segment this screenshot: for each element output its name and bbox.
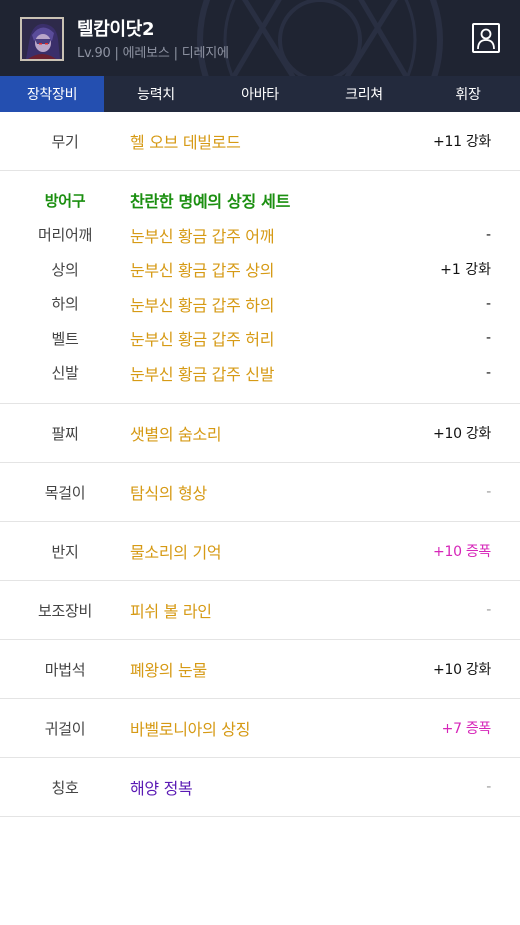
armor-set-row[interactable]: 방어구 찬란한 명예의 상징 세트 — [0, 183, 520, 218]
equip-row-bracelet[interactable]: 팔찌 샛별의 숨소리 +10 강화 — [0, 404, 520, 463]
tab-avatar[interactable]: 아바타 — [208, 76, 312, 112]
reinforce-value: +10 강화 — [433, 426, 491, 442]
slot-label: 팔찌 — [51, 424, 79, 443]
slot-label: 마법석 — [44, 660, 86, 679]
tab-emblem[interactable]: 휘장 — [416, 76, 520, 112]
slot-label: 머리어깨 — [37, 226, 92, 245]
person-badge-icon — [477, 28, 495, 50]
slot-label: 상의 — [51, 260, 79, 279]
equip-row-belt[interactable]: 벨트 눈부신 황금 갑주 허리 - — [0, 321, 520, 356]
equip-row-subweapon[interactable]: 보조장비 피쉬 볼 라인 - — [0, 581, 520, 640]
equip-row-necklace[interactable]: 목걸이 탐식의 형상 - — [0, 463, 520, 522]
tab-creature[interactable]: 크리쳐 — [312, 76, 416, 112]
item-name[interactable]: 눈부신 황금 갑주 허리 — [130, 326, 520, 350]
item-name[interactable]: 눈부신 황금 갑주 하의 — [130, 292, 520, 316]
character-meta: Lv.90 | 에레보스 | 디레지에 — [77, 46, 229, 61]
equip-row-weapon[interactable]: 무기 헬 오브 데빌로드 +11 강화 — [0, 112, 520, 171]
reinforce-value: - — [485, 330, 491, 347]
reinforce-value: - — [485, 226, 491, 243]
reinforce-value: +11 강화 — [433, 134, 491, 150]
slot-label: 칭호 — [51, 778, 79, 797]
equip-row-ring[interactable]: 반지 물소리의 기억 +10 증폭 — [0, 522, 520, 581]
reinforce-value: - — [486, 484, 491, 500]
equip-row-shoulder[interactable]: 머리어깨 눈부신 황금 갑주 어깨 - — [0, 218, 520, 253]
item-name[interactable]: 피쉬 볼 라인 — [130, 598, 520, 622]
slot-label: 반지 — [51, 542, 79, 561]
armor-set-label: 방어구 — [44, 191, 86, 210]
armor-set-name[interactable]: 찬란한 명예의 상징 세트 — [130, 188, 520, 212]
avatar[interactable] — [20, 17, 64, 61]
equip-row-earring[interactable]: 귀걸이 바벨로니아의 상징 +7 증폭 — [0, 699, 520, 758]
equip-row-magicstone[interactable]: 마법석 폐왕의 눈물 +10 강화 — [0, 640, 520, 699]
reinforce-value: +10 강화 — [433, 662, 491, 678]
item-name[interactable]: 해양 정복 — [130, 775, 520, 799]
character-portrait-icon — [22, 19, 62, 59]
amplify-value: +7 증폭 — [441, 721, 492, 737]
slot-label: 하의 — [51, 295, 79, 314]
reinforce-value: - — [486, 602, 491, 618]
item-name[interactable]: 눈부신 황금 갑주 어깨 — [130, 223, 520, 247]
reinforce-value: +1 강화 — [440, 262, 491, 279]
reinforce-value: - — [485, 364, 491, 381]
reinforce-value: - — [486, 779, 491, 795]
slot-label: 보조장비 — [37, 601, 92, 620]
tab-stats[interactable]: 능력치 — [104, 76, 208, 112]
item-name[interactable]: 탐식의 형상 — [130, 480, 520, 504]
equip-row-top[interactable]: 상의 눈부신 황금 갑주 상의 +1 강화 — [0, 252, 520, 287]
item-name[interactable]: 눈부신 황금 갑주 신발 — [130, 361, 520, 385]
slot-label: 벨트 — [51, 329, 79, 348]
tab-equipment[interactable]: 장착장비 — [0, 76, 104, 112]
equip-row-title[interactable]: 칭호 해양 정복 - — [0, 758, 520, 817]
slot-label: 신발 — [51, 364, 79, 383]
tab-bar: 장착장비 능력치 아바타 크리쳐 휘장 — [0, 76, 520, 112]
slot-label: 목걸이 — [44, 483, 86, 502]
emblem-decoration — [197, 0, 443, 76]
equip-row-bottom[interactable]: 하의 눈부신 황금 갑주 하의 - — [0, 287, 520, 322]
profile-button[interactable] — [472, 23, 500, 53]
slot-label: 무기 — [51, 132, 79, 151]
amplify-value: +10 증폭 — [433, 544, 491, 560]
reinforce-value: - — [485, 295, 491, 312]
equip-row-shoes[interactable]: 신발 눈부신 황금 갑주 신발 - — [0, 356, 520, 391]
slot-label: 귀걸이 — [44, 719, 86, 738]
character-name: 텔캄이닷2 — [77, 19, 155, 40]
armor-section: 방어구 찬란한 명예의 상징 세트 머리어깨 눈부신 황금 갑주 어깨 - 상의… — [0, 171, 520, 404]
character-header: 텔캄이닷2 Lv.90 | 에레보스 | 디레지에 — [0, 0, 520, 76]
